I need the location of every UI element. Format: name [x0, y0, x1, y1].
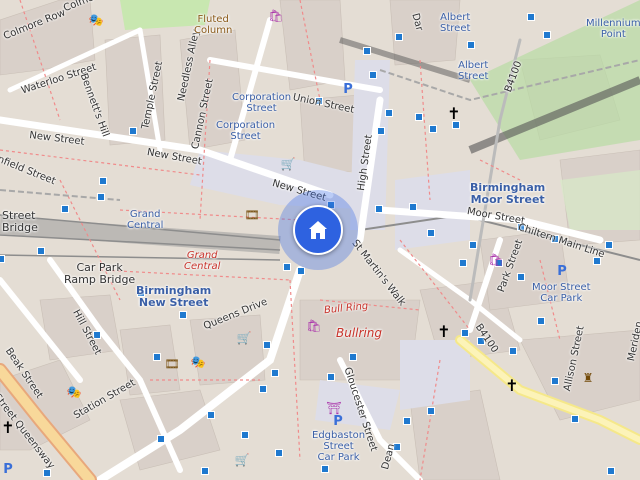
- bus-stop-marker[interactable]: [403, 417, 411, 425]
- bus-stop-marker[interactable]: [537, 317, 545, 325]
- bus-stop-marker[interactable]: [259, 385, 267, 393]
- bus-stop-marker[interactable]: [459, 259, 467, 267]
- shop-bag-icon[interactable]: 🛍: [268, 8, 284, 24]
- bus-stop-marker[interactable]: [369, 71, 377, 79]
- bus-stop-marker[interactable]: [517, 273, 525, 281]
- shop-bag-icon-3[interactable]: 🛍: [306, 318, 322, 334]
- bus-stop-marker[interactable]: [275, 449, 283, 457]
- bus-stop-marker[interactable]: [385, 109, 393, 117]
- station-label-birmingham-moor-street[interactable]: Birmingham Moor Street: [470, 182, 545, 206]
- bus-stop-marker[interactable]: [61, 205, 69, 213]
- place-label-corporation-street-2: Corporation Street: [216, 120, 276, 142]
- parking-icon-4[interactable]: P: [0, 462, 16, 478]
- bus-stop-marker[interactable]: [241, 431, 249, 439]
- cart-icon[interactable]: 🛒: [280, 156, 296, 172]
- bus-stop-marker[interactable]: [0, 255, 5, 263]
- bus-stop-marker[interactable]: [349, 353, 357, 361]
- place-label-fluted-column: Fluted Column: [194, 14, 233, 36]
- bus-stop-marker[interactable]: [153, 353, 161, 361]
- bus-stop-marker[interactable]: [99, 177, 107, 185]
- bus-stop-marker[interactable]: [467, 41, 475, 49]
- station-label-birmingham-new-street[interactable]: Birmingham New Street: [136, 285, 211, 309]
- place-label-grand-central: Grand Central: [127, 209, 164, 231]
- bus-stop-marker[interactable]: [427, 229, 435, 237]
- bus-stop-marker[interactable]: [207, 411, 215, 419]
- place-label-street-bridge: Street Bridge: [2, 209, 38, 234]
- bus-stop-marker[interactable]: [509, 347, 517, 355]
- home-location-icon: [293, 205, 343, 255]
- bus-stop-marker[interactable]: [409, 203, 417, 211]
- church-icon-4[interactable]: ✝: [0, 420, 16, 436]
- bus-stop-marker[interactable]: [605, 241, 613, 249]
- place-label-millennium-point: Millennium Point: [586, 18, 640, 40]
- landmark-label-grand-central: Grand Central: [184, 250, 221, 272]
- bus-stop-marker[interactable]: [427, 407, 435, 415]
- bus-stop-marker[interactable]: [179, 311, 187, 319]
- bus-stop-marker[interactable]: [157, 435, 165, 443]
- church-icon-3[interactable]: ✝: [504, 378, 520, 394]
- cinema-icon[interactable]: 🎞: [244, 207, 260, 223]
- theatre-icon-2[interactable]: 🎭: [190, 354, 206, 370]
- cart-icon-2[interactable]: 🛒: [236, 330, 252, 346]
- parking-icon[interactable]: P: [340, 82, 356, 98]
- bus-stop-marker[interactable]: [415, 113, 423, 121]
- bus-stop-marker[interactable]: [461, 329, 469, 337]
- theatre-icon-3[interactable]: 🎭: [66, 384, 82, 400]
- statue-icon[interactable]: ♜: [580, 370, 596, 386]
- bus-stop-marker[interactable]: [469, 241, 477, 249]
- bus-stop-marker[interactable]: [571, 415, 579, 423]
- place-label-albert-street-2: Albert Street: [458, 60, 489, 82]
- bus-stop-marker[interactable]: [543, 31, 551, 39]
- bus-stop-marker[interactable]: [395, 33, 403, 41]
- parking-icon-3[interactable]: P: [330, 414, 346, 430]
- home-location-button[interactable]: [278, 190, 358, 270]
- bus-stop-marker[interactable]: [297, 267, 305, 275]
- bus-stop-marker[interactable]: [375, 205, 383, 213]
- bus-stop-marker[interactable]: [363, 47, 371, 55]
- parking-icon-2[interactable]: P: [554, 264, 570, 280]
- bus-stop-marker[interactable]: [527, 13, 535, 21]
- bus-stop-marker[interactable]: [37, 247, 45, 255]
- bus-stop-marker[interactable]: [263, 341, 271, 349]
- place-label-albert-street: Albert Street: [440, 12, 471, 34]
- bus-stop-marker[interactable]: [321, 465, 329, 473]
- church-icon-2[interactable]: ✝: [436, 324, 452, 340]
- bus-stop-marker[interactable]: [201, 467, 209, 475]
- bus-stop-marker[interactable]: [377, 127, 385, 135]
- bus-stop-marker[interactable]: [129, 127, 137, 135]
- place-label-corporation-street: Corporation Street: [232, 92, 292, 114]
- bus-stop-marker[interactable]: [97, 193, 105, 201]
- bus-stop-marker[interactable]: [327, 373, 335, 381]
- market-icon[interactable]: ⛩: [326, 400, 342, 416]
- map-view[interactable]: Colmore Row Colmo Waterloo Street Bennet…: [0, 0, 640, 480]
- cinema-icon-2[interactable]: 🎞: [164, 356, 180, 372]
- bus-stop-marker[interactable]: [429, 125, 437, 133]
- cart-icon-3[interactable]: 🛒: [234, 452, 250, 468]
- bus-stop-marker[interactable]: [271, 369, 279, 377]
- place-label-edgbaston-street-car-park: Edgbaston Street Car Park: [312, 430, 366, 463]
- theatre-icon[interactable]: 🎭: [88, 12, 104, 28]
- shop-bag-icon-2[interactable]: 🛍: [488, 252, 504, 268]
- place-label-car-park-ramp-bridge: Car Park Ramp Bridge: [64, 261, 136, 286]
- bus-stop-marker[interactable]: [283, 263, 291, 271]
- church-icon[interactable]: ✝: [446, 106, 462, 122]
- bus-stop-marker[interactable]: [607, 467, 615, 475]
- place-label-moor-street-car-park: Moor Street Car Park: [532, 282, 591, 304]
- bus-stop-marker[interactable]: [551, 377, 559, 385]
- landmark-label-bullring: Bullring: [336, 326, 382, 340]
